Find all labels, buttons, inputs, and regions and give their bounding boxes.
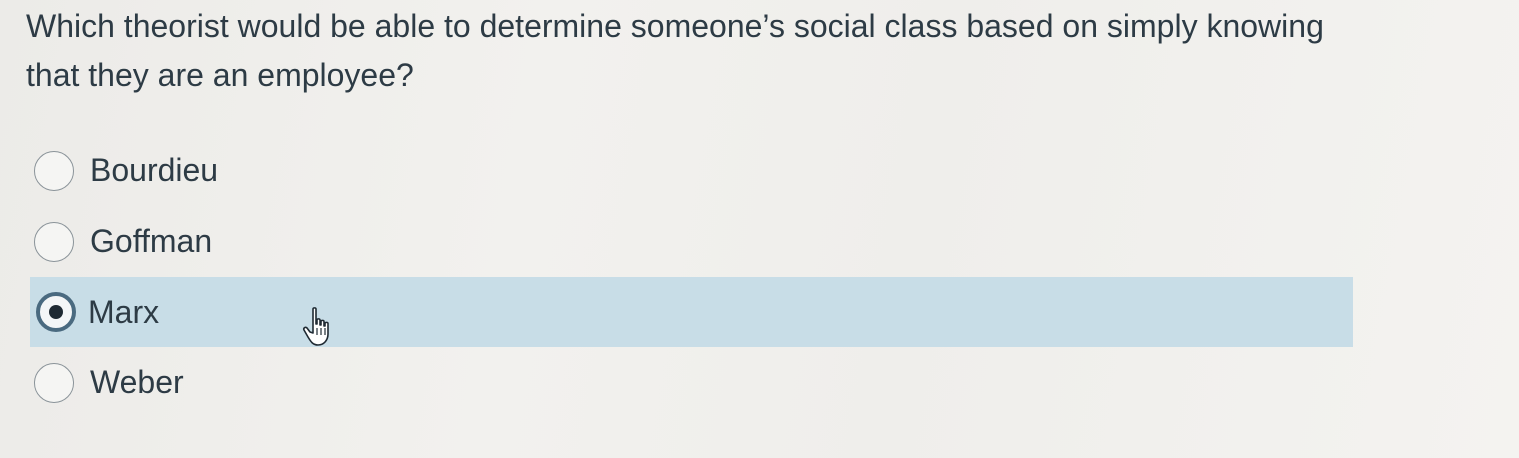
answer-option-weber[interactable]: Weber (30, 347, 1353, 418)
hand-pointer-icon (302, 307, 329, 346)
answer-label: Marx (88, 293, 160, 330)
radio-button-weber[interactable] (34, 362, 74, 403)
radio-button-goffman[interactable] (34, 221, 74, 262)
answer-list: Bourdieu Goffman Marx Weber (30, 135, 1353, 418)
question-text: Which theorist would be able to determin… (26, 8, 1324, 93)
radio-button-bourdieu[interactable] (34, 150, 74, 191)
radio-button-marx[interactable] (36, 292, 76, 332)
answer-option-marx[interactable]: Marx (30, 277, 1353, 347)
answer-label: Weber (90, 364, 184, 400)
answer-option-goffman[interactable]: Goffman (30, 206, 1353, 277)
radio-selected-dot (49, 305, 63, 319)
answer-label: Goffman (90, 223, 213, 259)
answer-option-bourdieu[interactable]: Bourdieu (30, 135, 1353, 206)
answer-label: Bourdieu (90, 152, 219, 188)
